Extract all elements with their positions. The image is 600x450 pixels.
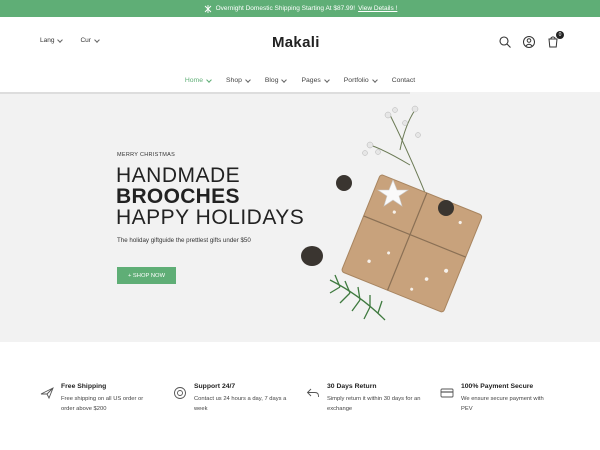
- feature-title: 30 Days Return: [327, 383, 377, 390]
- hero-subtitle: The holiday giftguide the prettlest gift…: [117, 237, 251, 244]
- feature-title: Free Shipping: [61, 383, 107, 390]
- feature-title: Support 24/7: [194, 383, 236, 390]
- main-nav: Home Shop Blog Pages Portfolio Contact: [0, 69, 600, 92]
- feature-description: We ensure secure payment with PEV: [461, 396, 544, 412]
- feature-title: 100% Payment Secure: [461, 383, 534, 390]
- currency-selector[interactable]: Cur: [80, 36, 100, 44]
- chevron-down-icon: [206, 76, 212, 83]
- hero-title-line1: HANDMADE: [116, 164, 241, 187]
- nav-label: Portfolio: [343, 77, 369, 84]
- nav-item-portfolio[interactable]: Portfolio: [343, 76, 378, 84]
- nav-item-contact[interactable]: Contact: [392, 77, 415, 84]
- hero-divider: [0, 92, 410, 94]
- view-details-link[interactable]: View Details !: [358, 5, 397, 12]
- user-icon[interactable]: [522, 35, 536, 49]
- nav-label: Contact: [391, 77, 416, 84]
- site-header: Lang Cur Makali 0: [0, 17, 600, 69]
- feature-free-shipping: Free Shipping Free shipping on all US or…: [40, 383, 156, 414]
- hero-eyebrow: MERRY CHRISTMAS: [117, 152, 176, 158]
- search-icon[interactable]: [498, 35, 512, 49]
- feature-description: Free shipping on all US order or order a…: [61, 396, 144, 412]
- hero-title-line3: HAPPY HOLIDAYS: [116, 206, 305, 229]
- truck-icon: [204, 4, 211, 13]
- chevron-down-icon: [371, 76, 378, 83]
- nav-label: Home: [184, 77, 203, 84]
- nav-label: Blog: [264, 77, 279, 84]
- announcement-bar: Overnight Domestic Shipping Starting At …: [0, 0, 600, 17]
- chevron-down-icon: [323, 76, 330, 83]
- chevron-down-icon: [245, 76, 251, 83]
- site-logo[interactable]: Makali: [272, 34, 320, 51]
- language-selector[interactable]: Lang: [40, 36, 64, 44]
- feature-support: Support 24/7 Contact us 24 hours a day, …: [173, 383, 289, 414]
- feature-description: Simply return it within 30 days for an e…: [327, 396, 421, 412]
- language-label: Lang: [40, 37, 55, 44]
- chevron-down-icon: [281, 76, 288, 83]
- chevron-down-icon: [57, 36, 64, 43]
- nav-item-home[interactable]: Home: [184, 76, 212, 84]
- return-icon: [306, 388, 319, 397]
- feature-payment: 100% Payment Secure We ensure secure pay…: [440, 383, 556, 414]
- gift-illustration: [301, 105, 483, 321]
- chevron-down-icon: [94, 36, 100, 43]
- support-icon: [174, 387, 186, 399]
- feature-returns: 30 Days Return Simply return it within 3…: [306, 383, 422, 414]
- nav-item-blog[interactable]: Blog: [264, 76, 288, 84]
- currency-label: Cur: [80, 37, 91, 44]
- card-icon: [440, 388, 454, 398]
- nav-label: Pages: [301, 77, 321, 84]
- announcement-text: Overnight Domestic Shipping Starting At …: [215, 5, 356, 12]
- nav-label: Shop: [226, 77, 242, 84]
- feature-description: Contact us 24 hours a day, 7 days a week: [194, 396, 287, 412]
- nav-item-pages[interactable]: Pages: [301, 76, 330, 84]
- cart-count-badge: 0: [556, 31, 564, 39]
- plane-icon: [40, 387, 54, 400]
- nav-item-shop[interactable]: Shop: [226, 76, 251, 84]
- shop-now-button[interactable]: + SHOP NOW: [117, 267, 176, 284]
- cart-icon[interactable]: 0: [546, 31, 564, 49]
- hero-title-line2: BROOCHES: [116, 185, 240, 208]
